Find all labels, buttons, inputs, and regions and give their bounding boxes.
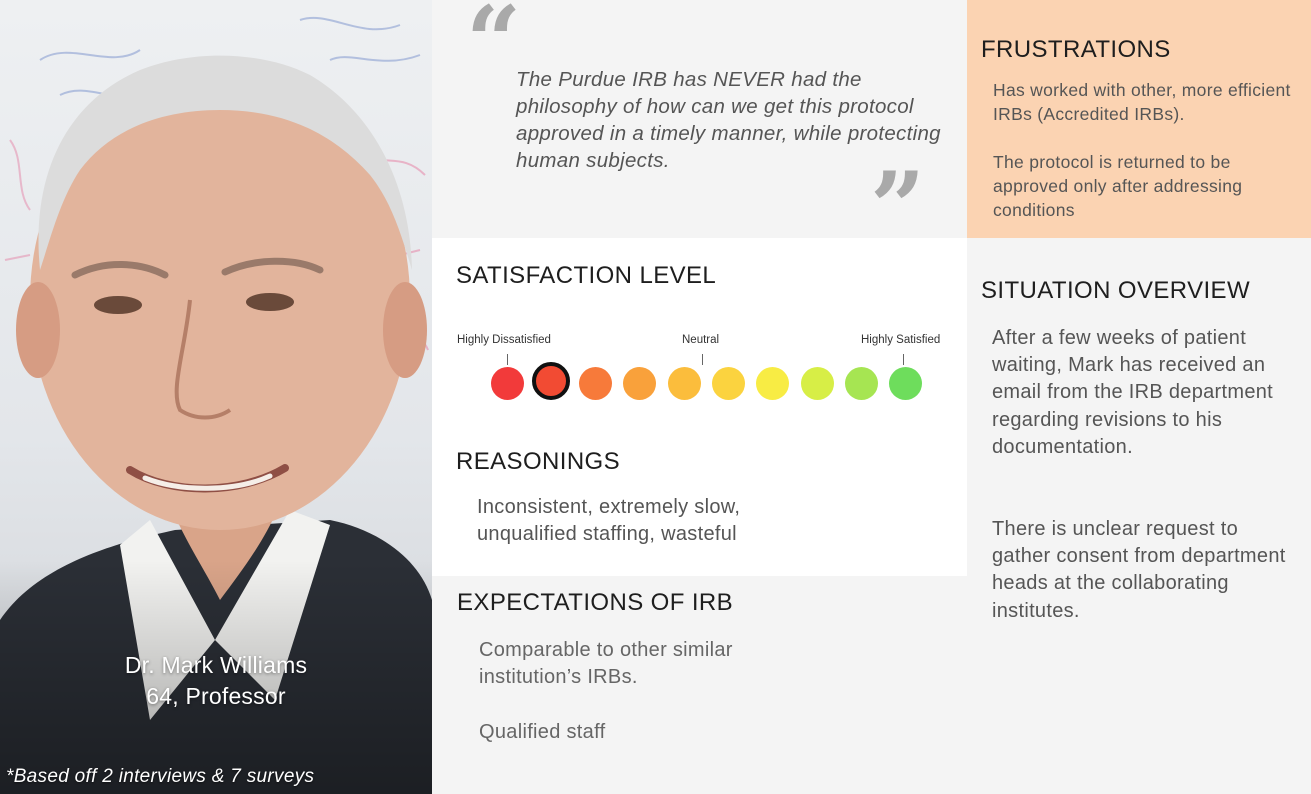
satisfaction-dot — [490, 367, 524, 400]
situation-paragraph: There is unclear request to gather conse… — [992, 518, 1286, 622]
satisfaction-dot-selected — [532, 362, 571, 400]
scale-label-high: Highly Satisfied — [861, 334, 941, 346]
reasonings-title: REASONINGS — [456, 448, 621, 475]
satisfaction-dot — [712, 367, 745, 400]
satisfaction-dot — [667, 367, 701, 400]
reasonings-text: Inconsistent, extremely slow, unqualifie… — [477, 496, 741, 545]
satisfaction-dot — [800, 367, 834, 400]
open-quote-icon: “ — [466, 0, 522, 98]
scale-tick-mid — [702, 354, 703, 365]
satisfaction-dot — [623, 367, 657, 400]
research-footnote: *Based off 2 interviews & 7 surveys — [6, 766, 315, 787]
frustrations-panel: FRUSTRATIONS Has worked with other, more… — [967, 0, 1311, 238]
situation-paragraph: After a few weeks of patient waiting, Ma… — [992, 327, 1274, 458]
expectation-item: Qualified staff — [479, 721, 606, 743]
scale-tick-high — [903, 354, 904, 365]
expectations-title: EXPECTATIONS OF IRB — [457, 589, 734, 616]
scale-tick-low — [507, 354, 508, 365]
frustration-item: The protocol is returned to be approved … — [993, 152, 1243, 220]
situation-title: SITUATION OVERVIEW — [981, 277, 1251, 304]
persona-photo: Dr. Mark Williams 64, Professor *Based o… — [0, 0, 432, 794]
persona-name: Dr. Mark Williams — [124, 652, 308, 678]
satisfaction-panel: SATISFACTION LEVEL Highly Dissatisfied N… — [432, 238, 967, 576]
satisfaction-dot — [844, 367, 878, 400]
satisfaction-title: SATISFACTION LEVEL — [456, 262, 717, 289]
expectation-item: Comparable to other similar institution’… — [479, 639, 733, 688]
satisfaction-dot — [579, 367, 613, 400]
scale-label-low: Highly Dissatisfied — [457, 334, 551, 346]
frustrations-title: FRUSTRATIONS — [981, 36, 1171, 63]
persona-name-block: Dr. Mark Williams 64, Professor — [0, 650, 432, 712]
frustration-item: Has worked with other, more efficient IR… — [993, 80, 1291, 124]
satisfaction-dot — [756, 367, 790, 400]
satisfaction-dot — [889, 367, 923, 400]
persona-subtitle: 64, Professor — [146, 683, 286, 709]
quote-panel: “ The Purdue IRB has NEVER had the philo… — [432, 0, 967, 256]
scale-label-mid: Neutral — [682, 334, 720, 346]
